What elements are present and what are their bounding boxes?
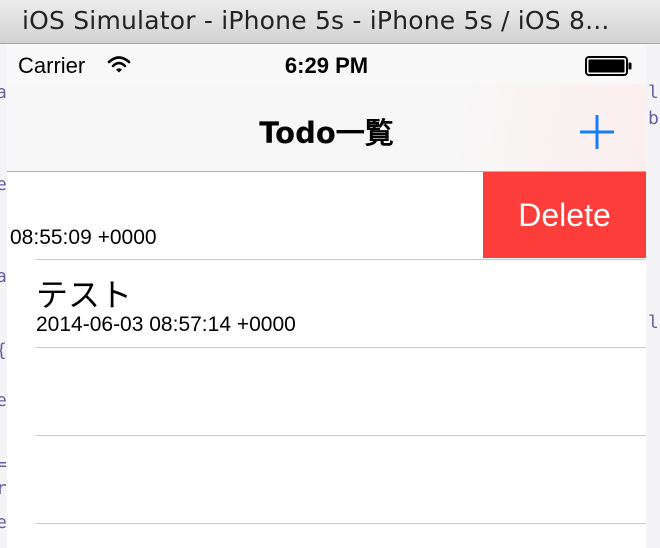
editor-edge-glyph: e bbox=[0, 174, 7, 195]
iphone-screen: Carrier 6:29 PM Todo一覧 08:55:09 +0000 De… bbox=[7, 44, 646, 548]
todo-title: テスト bbox=[36, 276, 133, 314]
table-row[interactable]: テスト 2014-06-03 08:57:14 +0000 bbox=[7, 260, 646, 347]
editor-edge-glyph: a bbox=[0, 82, 7, 103]
window-title: iOS Simulator - iPhone 5s - iPhone 5s / … bbox=[22, 6, 610, 35]
navigation-bar: Todo一覧 bbox=[7, 84, 646, 172]
simulator-title-bar: iOS Simulator - iPhone 5s - iPhone 5s / … bbox=[0, 0, 660, 44]
nav-title: Todo一覧 bbox=[259, 116, 394, 150]
editor-edge-glyph: l bbox=[648, 82, 659, 103]
status-time: 6:29 PM bbox=[284, 53, 369, 78]
table-row[interactable]: 08:55:09 +0000 Delete bbox=[7, 172, 646, 259]
editor-edge-glyph: e bbox=[0, 512, 7, 533]
status-bar: Carrier 6:29 PM bbox=[7, 44, 646, 84]
editor-edge-glyph: = bbox=[0, 454, 7, 475]
delete-button[interactable]: Delete bbox=[483, 172, 646, 258]
editor-edge-glyph: l bbox=[648, 312, 659, 333]
editor-edge-glyph: a bbox=[0, 266, 7, 287]
empty-row bbox=[7, 348, 646, 435]
todo-table: 08:55:09 +0000 Delete テスト 2014-06-03 08:… bbox=[7, 172, 646, 548]
editor-edge-glyph: b bbox=[648, 108, 659, 129]
row-separator bbox=[36, 523, 646, 524]
plus-icon bbox=[580, 115, 614, 149]
todo-date: 08:55:09 +0000 bbox=[10, 226, 157, 249]
editor-edge-glyph: { bbox=[0, 340, 7, 361]
battery-icon bbox=[585, 56, 633, 81]
editor-edge-glyph: e bbox=[0, 390, 7, 411]
todo-date: 2014-06-03 08:57:14 +0000 bbox=[36, 313, 296, 336]
add-todo-button[interactable] bbox=[573, 108, 621, 156]
editor-edge-glyph: r bbox=[0, 478, 7, 499]
empty-row bbox=[7, 436, 646, 523]
